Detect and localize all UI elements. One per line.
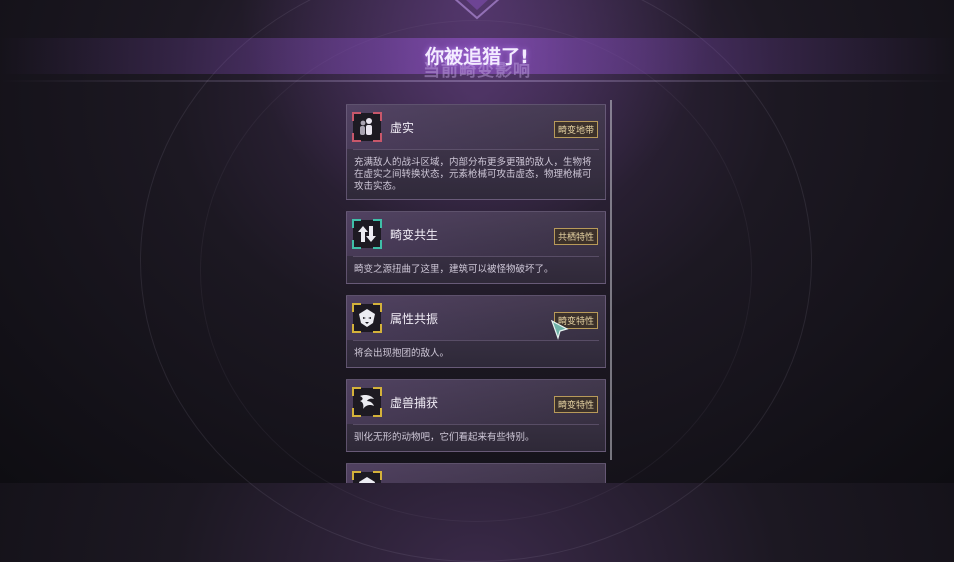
card-tag: 畸变地带 xyxy=(553,121,598,138)
card-header: 虚实 畸变地带 xyxy=(347,105,605,149)
effect-card-xushi[interactable]: 虚实 畸变地带 充满敌人的战斗区域，内部分布更多更强的敌人，生物将在虚实之间转换… xyxy=(346,104,606,200)
card-tag: 共栖特性 xyxy=(553,228,598,245)
cursor-arrow-icon xyxy=(551,320,569,340)
card-header xyxy=(347,464,605,483)
effect-card-partial[interactable] xyxy=(346,463,606,483)
card-divider xyxy=(353,149,599,150)
card-divider xyxy=(353,256,599,257)
card-divider xyxy=(353,424,599,425)
beast-claw-icon xyxy=(352,387,382,417)
card-title: 畸变共生 xyxy=(390,228,439,242)
humanoid-figures-icon xyxy=(352,112,382,142)
effect-card-jibian-gongsheng[interactable]: 畸变共生 共栖特性 畸变之源扭曲了这里，建筑可以被怪物破坏了。 xyxy=(346,211,606,284)
card-description: 充满敌人的战斗区域，内部分布更多更强的敌人，生物将在虚实之间转换状态，元素枪械可… xyxy=(354,157,592,192)
effect-card-xushou-buhuo[interactable]: 虚兽捕获 畸变特性 驯化无形的动物吧，它们看起来有些特别。 xyxy=(346,379,606,452)
card-title: 虚实 xyxy=(390,121,415,135)
card-description: 畸变之源扭曲了这里，建筑可以被怪物破坏了。 xyxy=(354,264,554,275)
card-tag: 畸变特性 xyxy=(553,396,598,413)
card-header: 虚兽捕获 畸变特性 xyxy=(347,380,605,424)
card-title: 属性共振 xyxy=(390,312,439,326)
list-scrollbar[interactable] xyxy=(610,100,612,460)
demon-mask-icon xyxy=(352,303,382,333)
demon-mask-icon xyxy=(352,471,382,483)
card-divider xyxy=(353,340,599,341)
card-description: 驯化无形的动物吧，它们看起来有些特别。 xyxy=(354,432,535,443)
page-title: 你被追猎了! xyxy=(425,46,529,68)
emblem-icon xyxy=(454,0,500,20)
card-title: 虚兽捕获 xyxy=(390,396,439,410)
broken-arrows-icon xyxy=(352,219,382,249)
effects-list[interactable]: 虚实 畸变地带 充满敌人的战斗区域，内部分布更多更强的敌人，生物将在虚实之间转换… xyxy=(346,104,608,483)
card-header: 畸变共生 共栖特性 xyxy=(347,212,605,256)
card-description: 将会出现抱团的敌人。 xyxy=(354,348,450,359)
